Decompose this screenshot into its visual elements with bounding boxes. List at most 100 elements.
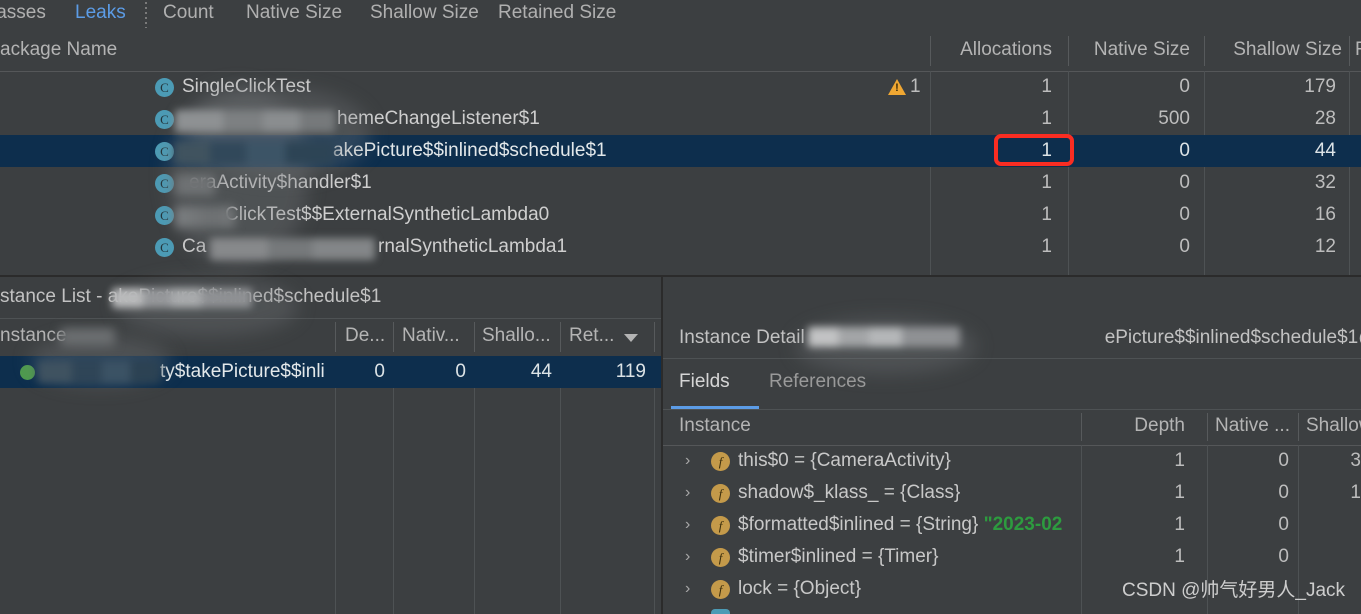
grid-divider bbox=[474, 356, 475, 614]
table-row[interactable]: › f shadow$_klass_ = {Class} 1 0 1 bbox=[663, 477, 1361, 509]
instance-name: ty$takePicture$$inli bbox=[160, 361, 325, 382]
cell-shallow-size: 179 bbox=[1304, 76, 1336, 97]
cell-native: 0 bbox=[1278, 450, 1289, 471]
instance-icon bbox=[20, 365, 35, 380]
field-icon: f bbox=[711, 548, 730, 567]
topbar-separator bbox=[145, 2, 147, 28]
header-divider[interactable] bbox=[1298, 413, 1299, 441]
classes-table: ackage Name Allocations Native Size Shal… bbox=[0, 31, 1361, 275]
table-row-selected[interactable]: C akePicture$$inlined$schedule$1 1 0 44 bbox=[0, 135, 1361, 167]
cell-shallow: 3 bbox=[1350, 450, 1361, 471]
cell-depth: 1 bbox=[1174, 546, 1185, 567]
cell-shallow-size: 44 bbox=[1314, 140, 1336, 161]
cell-shallow: 1 bbox=[1350, 482, 1361, 503]
cell-native-size: 0 bbox=[1179, 140, 1190, 161]
field-label: lock = {Object} bbox=[738, 578, 862, 599]
header-divider[interactable] bbox=[1204, 36, 1205, 66]
warning-triangle-icon bbox=[888, 79, 906, 95]
topbar-tab-retained-size[interactable]: Retained Size bbox=[498, 0, 616, 31]
class-name-prefix: Ca bbox=[182, 236, 207, 257]
header-divider[interactable] bbox=[654, 322, 655, 352]
class-icon: C bbox=[155, 142, 174, 161]
column-header-shallow[interactable]: Shallo... bbox=[482, 318, 562, 356]
chevron-right-icon[interactable]: › bbox=[685, 453, 693, 469]
topbar-tab-shallow-size[interactable]: Shallow Size bbox=[370, 0, 479, 31]
topbar-tab-leaks[interactable]: Leaks bbox=[75, 0, 126, 31]
table-row[interactable]: › f $timer$inlined = {Timer} 1 0 bbox=[663, 541, 1361, 573]
header-divider[interactable] bbox=[1207, 413, 1208, 441]
cell-native-size: 500 bbox=[1158, 108, 1190, 129]
table-row[interactable]: › f $formatted$inlined = {String} "2023-… bbox=[663, 509, 1361, 541]
tab-fields[interactable]: Fields bbox=[679, 359, 730, 409]
column-header-shallow[interactable]: Shallow bbox=[1306, 409, 1361, 445]
instance-details-title-suffix: ePicture$$inlined$schedule$1@31483920 bbox=[1104, 327, 1361, 348]
field-icon: f bbox=[711, 484, 730, 503]
table-row[interactable]: C hemeChangeListener$1 1 500 28 bbox=[0, 103, 1361, 135]
list-item-selected[interactable]: ty$takePicture$$inli 0 0 44 119 bbox=[0, 356, 661, 388]
header-divider[interactable] bbox=[930, 36, 931, 66]
column-header-native[interactable]: Nativ... bbox=[402, 318, 474, 356]
cell-shallow-size: 16 bbox=[1314, 204, 1336, 225]
field-label-text: $formatted$inlined = {String} bbox=[738, 514, 984, 535]
instance-list-body: ty$takePicture$$inli 0 0 44 119 bbox=[0, 356, 661, 614]
class-name: akePicture$$inlined$schedule$1 bbox=[333, 140, 607, 161]
field-label: $formatted$inlined = {String} "2023-02 bbox=[738, 509, 1062, 541]
topbar-tab-classes[interactable]: lasses bbox=[0, 0, 72, 31]
header-divider[interactable] bbox=[560, 322, 561, 352]
tab-references[interactable]: References bbox=[769, 359, 866, 409]
cell-depth: 1 bbox=[1174, 450, 1185, 471]
class-icon: C bbox=[155, 78, 174, 97]
sort-descending-icon[interactable] bbox=[624, 334, 638, 342]
class-icon: C bbox=[155, 110, 174, 129]
cell-native: 0 bbox=[455, 361, 466, 382]
header-divider[interactable] bbox=[474, 322, 475, 352]
cell-depth: 1 bbox=[1174, 482, 1185, 503]
instance-list-header: nstance De... Nativ... Shallo... Ret... bbox=[0, 318, 661, 357]
column-header-depth[interactable]: De... bbox=[345, 318, 395, 356]
grid-divider bbox=[393, 356, 394, 614]
header-divider[interactable] bbox=[1349, 36, 1350, 66]
cell-retained: 119 bbox=[615, 361, 646, 382]
chevron-right-icon[interactable]: › bbox=[685, 581, 693, 597]
column-header-native-size[interactable]: Native Size bbox=[1078, 31, 1190, 71]
classes-table-body: C SingleClickTest 1 1 0 179 C hemeChange… bbox=[0, 71, 1361, 275]
table-row[interactable]: C SingleClickTest 1 1 0 179 bbox=[0, 71, 1361, 103]
cell-shallow-size: 28 bbox=[1314, 108, 1336, 129]
column-header-shallow-size[interactable]: Shallow Size bbox=[1212, 31, 1342, 71]
table-row[interactable]: C ClickTest$$ExternalSyntheticLambda0 1 … bbox=[0, 199, 1361, 231]
cell-native-size: 0 bbox=[1179, 76, 1190, 97]
column-header-retained[interactable]: Ret... bbox=[569, 318, 623, 356]
column-header-retained-size[interactable]: R bbox=[1355, 31, 1361, 71]
column-header-package-name[interactable]: ackage Name bbox=[0, 31, 920, 71]
cell-depth: 0 bbox=[374, 361, 385, 382]
topbar-tab-count[interactable]: Count bbox=[163, 0, 214, 31]
table-row-partial[interactable]: . bbox=[663, 605, 1361, 614]
header-divider[interactable] bbox=[393, 322, 394, 352]
field-label: shadow$_klass_ = {Class} bbox=[738, 482, 961, 503]
column-header-allocations[interactable]: Allocations bbox=[940, 31, 1052, 71]
column-header-depth[interactable]: Depth bbox=[1089, 409, 1185, 445]
chevron-right-icon[interactable]: › bbox=[685, 485, 693, 501]
table-row[interactable]: › f this$0 = {CameraActivity} 1 0 3 bbox=[663, 445, 1361, 477]
header-divider[interactable] bbox=[1081, 413, 1082, 441]
header-divider[interactable] bbox=[1068, 36, 1069, 66]
partial-row-icon: . bbox=[711, 609, 730, 614]
profiler-window: lasses Leaks Count Native Size Shallow S… bbox=[0, 0, 1361, 614]
column-header-instance[interactable]: nstance bbox=[0, 318, 330, 356]
cell-allocations: 1 bbox=[1041, 140, 1052, 161]
chevron-right-icon[interactable]: › bbox=[685, 549, 693, 565]
leak-warning-badge[interactable]: 1 bbox=[888, 71, 921, 103]
column-header-instance[interactable]: Instance bbox=[679, 409, 1019, 445]
grid-divider bbox=[560, 356, 561, 614]
column-header-native[interactable]: Native ... bbox=[1215, 409, 1305, 445]
instance-details-title-prefix: Instance Detail bbox=[679, 327, 805, 348]
table-row-prefix: . bbox=[0, 167, 1361, 199]
instance-list-panel: stance List - akePicture$$inlined$schedu… bbox=[0, 277, 661, 614]
chevron-right-icon[interactable]: › bbox=[685, 517, 693, 533]
instance-details-tabs: Fields References bbox=[663, 359, 1361, 410]
cell-native: 0 bbox=[1278, 514, 1289, 535]
field-icon: f bbox=[711, 516, 730, 535]
header-divider[interactable] bbox=[335, 322, 336, 352]
topbar-tab-native-size[interactable]: Native Size bbox=[246, 0, 342, 31]
cell-allocations: 1 bbox=[1041, 76, 1052, 97]
